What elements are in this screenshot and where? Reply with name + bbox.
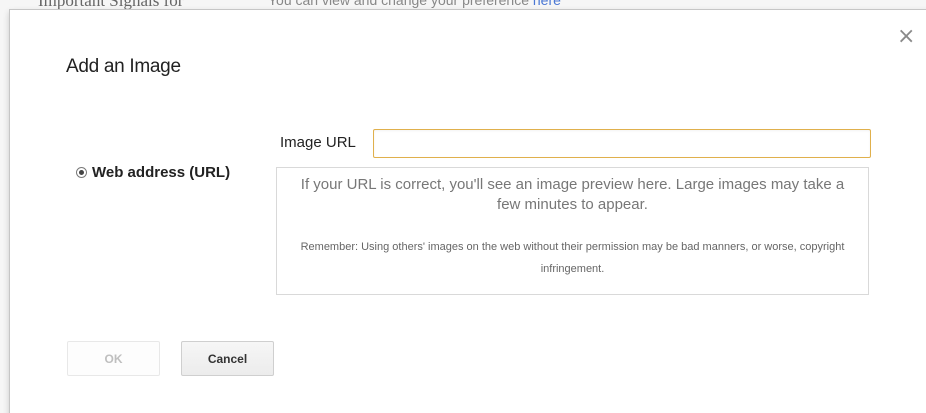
close-icon[interactable]: × <box>897 26 915 48</box>
background-link[interactable]: here <box>533 0 561 8</box>
cancel-button[interactable]: Cancel <box>181 341 274 376</box>
background-text: You can view and change your preference … <box>268 0 561 8</box>
web-address-label[interactable]: Web address (URL) <box>92 164 230 181</box>
copyright-reminder: Remember: Using others' images on the we… <box>300 241 845 275</box>
viewport: Important Signals for You can view and c… <box>0 0 926 413</box>
dialog-title: Add an Image <box>66 56 181 77</box>
web-address-option[interactable]: Web address (URL) <box>76 164 230 181</box>
image-preview-area: If your URL is correct, you'll see an im… <box>276 167 869 295</box>
image-url-input[interactable] <box>373 129 871 158</box>
radio-selected-dot <box>79 170 84 175</box>
radio-button[interactable] <box>76 167 87 178</box>
ok-button[interactable]: OK <box>67 341 160 376</box>
image-url-label: Image URL <box>280 134 356 151</box>
background-text-body: You can view and change your preference <box>268 0 529 8</box>
preview-message: If your URL is correct, you'll see an im… <box>300 176 845 213</box>
